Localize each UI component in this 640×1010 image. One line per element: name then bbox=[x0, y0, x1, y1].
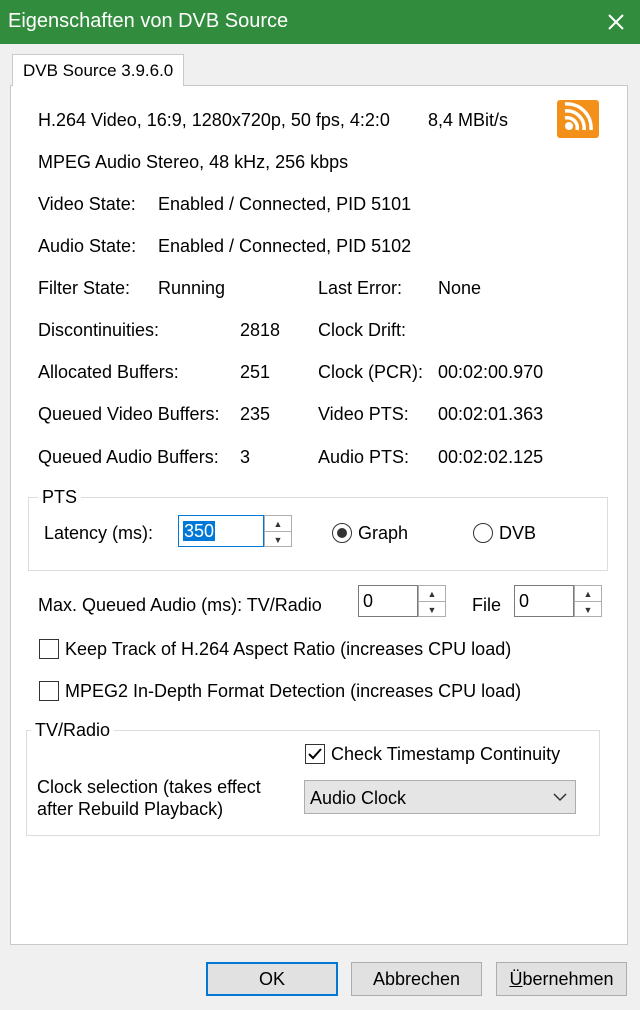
ok-button[interactable]: OK bbox=[206, 962, 338, 996]
tab-dvb-source[interactable]: DVB Source 3.9.6.0 bbox=[12, 54, 184, 86]
spin-up-icon[interactable]: ▲ bbox=[265, 516, 291, 532]
tv-radio-queue-value: 0 bbox=[363, 591, 374, 611]
video-pts-label: Video PTS: bbox=[318, 404, 409, 424]
title-bar: Eigenschaften von DVB Source bbox=[0, 0, 640, 44]
allocated-buffers-value: 251 bbox=[240, 362, 271, 382]
file-label: File bbox=[472, 595, 502, 615]
check-timestamp-checkbox[interactable] bbox=[305, 744, 325, 764]
file-queue-spinner[interactable]: ▲ ▼ bbox=[574, 585, 602, 617]
rss-icon bbox=[557, 100, 599, 138]
checkmark-icon bbox=[308, 748, 322, 760]
dvb-radio-label[interactable]: DVB bbox=[499, 523, 536, 544]
queued-video-label: Queued Video Buffers: bbox=[38, 404, 220, 424]
latency-value: 350 bbox=[183, 521, 216, 541]
mpeg2-detection-checkbox[interactable] bbox=[39, 681, 59, 701]
apply-label: bernehmen bbox=[522, 969, 614, 989]
audio-state-label: Audio State: bbox=[38, 236, 137, 256]
close-button[interactable] bbox=[592, 0, 640, 44]
discontinuities-label: Discontinuities: bbox=[38, 320, 160, 340]
last-error-value: None bbox=[438, 278, 482, 298]
keep-track-label[interactable]: Keep Track of H.264 Aspect Ratio (increa… bbox=[65, 639, 511, 660]
apply-mnemonic: Ü bbox=[509, 969, 523, 989]
audio-pts-label: Audio PTS: bbox=[318, 447, 410, 467]
pts-group-label: PTS bbox=[38, 487, 82, 508]
bitrate-text: 8,4 MBit/s bbox=[428, 110, 509, 130]
file-queue-value: 0 bbox=[519, 591, 530, 611]
clock-drift-label: Clock Drift: bbox=[318, 320, 407, 340]
graph-radio[interactable] bbox=[332, 523, 352, 543]
queued-video-value: 235 bbox=[240, 404, 271, 424]
check-timestamp-label[interactable]: Check Timestamp Continuity bbox=[331, 744, 560, 765]
audio-pts-value: 00:02:02.125 bbox=[438, 447, 544, 467]
clock-selection-label-1: Clock selection (takes effect bbox=[37, 777, 261, 797]
discontinuities-value: 2818 bbox=[240, 320, 281, 340]
spin-down-icon[interactable]: ▼ bbox=[575, 602, 601, 617]
queued-audio-value: 3 bbox=[240, 447, 251, 467]
video-format-text: H.264 Video, 16:9, 1280x720p, 50 fps, 4:… bbox=[38, 110, 390, 130]
last-error-label: Last Error: bbox=[318, 278, 403, 298]
tv-radio-queue-spinner[interactable]: ▲ ▼ bbox=[418, 585, 446, 617]
chevron-down-icon bbox=[553, 793, 567, 802]
spin-up-icon[interactable]: ▲ bbox=[575, 586, 601, 602]
cancel-button[interactable]: Abbrechen bbox=[351, 962, 482, 996]
max-queued-audio-label: Max. Queued Audio (ms): TV/Radio bbox=[38, 595, 322, 615]
latency-label: Latency (ms): bbox=[44, 523, 154, 543]
radio-selected-dot bbox=[337, 528, 347, 538]
clock-selection-value: Audio Clock bbox=[310, 788, 407, 808]
audio-state-value: Enabled / Connected, PID 5102 bbox=[158, 236, 412, 256]
clock-pcr-value: 00:02:00.970 bbox=[438, 362, 544, 382]
filter-state-value: Running bbox=[158, 278, 226, 298]
queued-audio-label: Queued Audio Buffers: bbox=[38, 447, 219, 467]
clock-selection-label-2: after Rebuild Playback) bbox=[37, 799, 224, 819]
tv-radio-group-label: TV/Radio bbox=[31, 720, 115, 741]
clock-selection-dropdown[interactable]: Audio Clock bbox=[304, 780, 576, 814]
spin-down-icon[interactable]: ▼ bbox=[419, 602, 445, 617]
video-state-value: Enabled / Connected, PID 5101 bbox=[158, 194, 412, 214]
close-icon bbox=[608, 14, 624, 30]
dvb-radio[interactable] bbox=[473, 523, 493, 543]
spin-up-icon[interactable]: ▲ bbox=[419, 586, 445, 602]
video-state-label: Video State: bbox=[38, 194, 136, 214]
video-pts-value: 00:02:01.363 bbox=[438, 404, 544, 424]
file-queue-input[interactable]: 0 bbox=[514, 585, 574, 617]
latency-spinner[interactable]: ▲ ▼ bbox=[264, 515, 292, 547]
tv-radio-queue-input[interactable]: 0 bbox=[358, 585, 418, 617]
graph-radio-label[interactable]: Graph bbox=[358, 523, 408, 544]
mpeg2-detection-label[interactable]: MPEG2 In-Depth Format Detection (increas… bbox=[65, 681, 521, 702]
filter-state-label: Filter State: bbox=[38, 278, 131, 298]
allocated-buffers-label: Allocated Buffers: bbox=[38, 362, 179, 382]
clock-pcr-label: Clock (PCR): bbox=[318, 362, 424, 382]
window-title: Eigenschaften von DVB Source bbox=[8, 10, 289, 32]
apply-button[interactable]: Übernehmen bbox=[496, 962, 627, 996]
spin-down-icon[interactable]: ▼ bbox=[265, 532, 291, 547]
latency-input[interactable]: 350 bbox=[178, 515, 264, 547]
audio-format-text: MPEG Audio Stereo, 48 kHz, 256 kbps bbox=[38, 152, 349, 172]
keep-track-checkbox[interactable] bbox=[39, 639, 59, 659]
